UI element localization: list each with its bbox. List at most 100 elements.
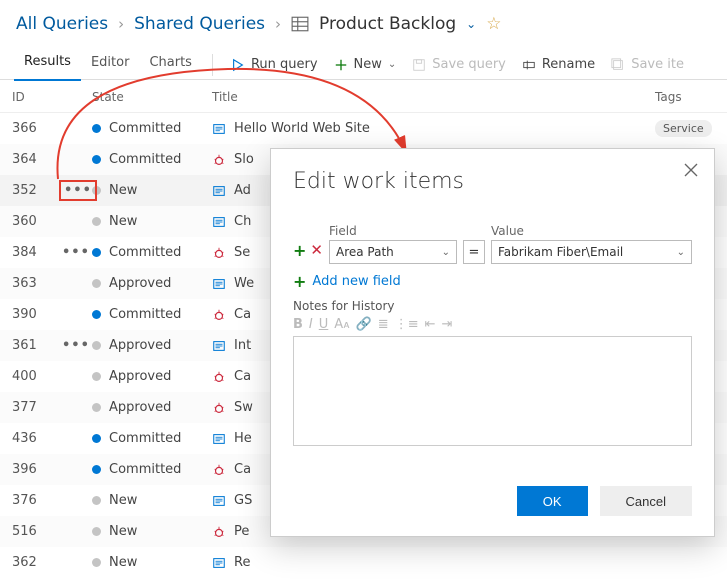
chevron-down-icon: ⌄	[442, 247, 450, 258]
more-actions-icon[interactable]: •••	[62, 338, 90, 353]
table-row[interactable]: 366CommittedHello World Web SiteService	[0, 113, 727, 144]
state-bullet-icon	[92, 124, 101, 133]
cell-state: Committed	[92, 307, 212, 322]
chevron-icon: ›	[118, 15, 124, 33]
run-query-button[interactable]: Run query	[223, 53, 326, 76]
bug-icon	[212, 153, 226, 167]
state-bullet-icon	[92, 465, 101, 474]
breadcrumb-shared-queries[interactable]: Shared Queries	[134, 14, 265, 34]
font-size-button[interactable]: Aᴀ	[334, 317, 349, 332]
cell-state: Committed	[92, 121, 212, 136]
more-actions-icon[interactable]: •••	[62, 245, 90, 260]
cell-state: Approved	[92, 400, 212, 415]
favorite-star-icon[interactable]: ☆	[486, 14, 501, 34]
more-actions-icon[interactable]: •••	[62, 183, 94, 198]
cell-state: New	[92, 524, 212, 539]
richtext-toolbar: B I U Aᴀ 🔗 ≣ ⋮≡ ⇤ ⇥	[293, 313, 692, 336]
bold-button[interactable]: B	[293, 317, 303, 332]
remove-row-icon[interactable]: ✕	[310, 241, 323, 260]
value-label: Value	[491, 224, 692, 238]
tag-badge: Service	[655, 120, 712, 137]
bug-icon	[212, 401, 226, 415]
cell-title: Hello World Web Site	[212, 121, 655, 136]
save-icon	[412, 58, 426, 72]
cell-menu: •••	[62, 338, 92, 353]
plus-icon: +	[293, 272, 306, 291]
cell-id: 363	[12, 276, 62, 291]
notes-textarea[interactable]	[293, 336, 692, 446]
field-dropdown[interactable]: Area Path ⌄	[329, 240, 457, 264]
cell-state: Committed	[92, 431, 212, 446]
table-row[interactable]: 362NewRe	[0, 547, 727, 578]
bug-icon	[212, 463, 226, 477]
cell-id: 352	[12, 183, 62, 198]
close-icon[interactable]	[684, 163, 698, 181]
state-bullet-icon	[92, 310, 101, 319]
save-query-label: Save query	[432, 57, 506, 72]
cell-id: 376	[12, 493, 62, 508]
bug-icon	[212, 246, 226, 260]
tab-results[interactable]: Results	[14, 48, 81, 81]
cell-id: 361	[12, 338, 62, 353]
breadcrumb-all-queries[interactable]: All Queries	[16, 14, 108, 34]
add-row-icon[interactable]: +	[293, 241, 306, 260]
chevron-down-icon: ⌄	[388, 59, 396, 70]
backlog-item-icon	[212, 122, 226, 136]
state-bullet-icon	[92, 217, 101, 226]
bug-icon	[212, 525, 226, 539]
chevron-icon: ›	[275, 15, 281, 33]
cell-state: New	[92, 214, 212, 229]
italic-button[interactable]: I	[309, 317, 313, 332]
plus-icon	[334, 58, 348, 72]
chevron-down-icon[interactable]: ⌄	[466, 17, 476, 31]
add-new-field-link[interactable]: + Add new field	[293, 272, 692, 291]
bug-icon	[212, 308, 226, 322]
state-bullet-icon	[92, 279, 101, 288]
cell-state: Committed	[92, 152, 212, 167]
state-bullet-icon	[92, 403, 101, 412]
col-state[interactable]: State	[92, 90, 212, 104]
separator	[212, 54, 213, 76]
col-id[interactable]: ID	[12, 90, 62, 104]
cancel-button[interactable]: Cancel	[600, 486, 692, 516]
link-button[interactable]: 🔗	[356, 317, 372, 332]
backlog-item-icon	[212, 184, 226, 198]
save-query-button[interactable]: Save query	[404, 53, 514, 76]
indent-button[interactable]: ⇥	[442, 317, 453, 332]
ok-button[interactable]: OK	[517, 486, 588, 516]
breadcrumb: All Queries › Shared Queries › Product B…	[0, 0, 727, 40]
operator-box[interactable]: =	[463, 240, 485, 264]
state-bullet-icon	[92, 434, 101, 443]
col-title[interactable]: Title	[212, 90, 655, 104]
value-dropdown-value: Fabrikam Fiber\Email	[498, 245, 623, 259]
save-items-button[interactable]: Save ite	[603, 53, 692, 76]
backlog-item-icon	[212, 277, 226, 291]
bullet-list-button[interactable]: ≣	[378, 317, 389, 332]
new-label: New	[354, 57, 382, 72]
state-bullet-icon	[92, 527, 101, 536]
field-row: + ✕ Field Area Path ⌄ = Value Fabrikam F…	[293, 224, 692, 264]
outdent-button[interactable]: ⇤	[425, 317, 436, 332]
tab-editor[interactable]: Editor	[81, 49, 139, 80]
dialog-title: Edit work items	[293, 169, 692, 194]
cell-state: Approved	[92, 276, 212, 291]
backlog-item-icon	[212, 339, 226, 353]
state-bullet-icon	[92, 496, 101, 505]
tab-charts[interactable]: Charts	[139, 49, 202, 80]
new-button[interactable]: New ⌄	[326, 53, 405, 76]
play-icon	[231, 58, 245, 72]
state-bullet-icon	[92, 341, 101, 350]
cell-menu: •••	[62, 245, 92, 260]
rename-label: Rename	[542, 57, 595, 72]
cell-id: 400	[12, 369, 62, 384]
rename-button[interactable]: Rename	[514, 53, 603, 76]
cell-id: 360	[12, 214, 62, 229]
chevron-down-icon: ⌄	[677, 247, 685, 258]
numbered-list-button[interactable]: ⋮≡	[395, 317, 419, 332]
field-dropdown-value: Area Path	[336, 245, 394, 259]
col-tags[interactable]: Tags	[655, 90, 715, 104]
value-dropdown[interactable]: Fabrikam Fiber\Email ⌄	[491, 240, 692, 264]
underline-button[interactable]: U	[319, 317, 329, 332]
cell-id: 390	[12, 307, 62, 322]
tab-bar: Results Editor Charts Run query New ⌄ Sa…	[0, 40, 727, 80]
